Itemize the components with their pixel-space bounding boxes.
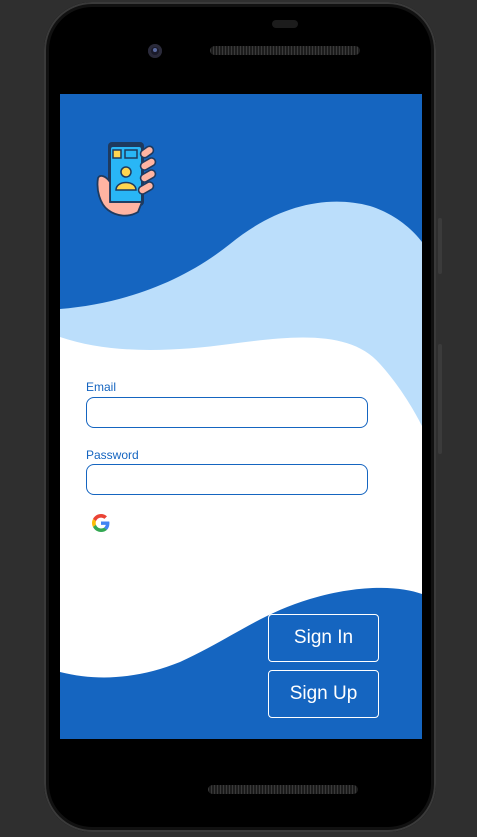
volume-button[interactable] — [438, 344, 442, 454]
email-field[interactable] — [86, 397, 368, 428]
email-label: Email — [86, 380, 117, 394]
top-speaker-grille — [210, 46, 360, 55]
password-label: Password — [86, 448, 139, 462]
app-screen: Email Password Sign In Sign Up — [60, 94, 422, 739]
google-icon[interactable] — [92, 514, 110, 532]
bottom-speaker-grille — [208, 785, 358, 794]
sign-up-button[interactable]: Sign Up — [268, 670, 379, 718]
front-camera — [148, 44, 162, 58]
password-field[interactable] — [86, 464, 368, 495]
earpiece-notch — [272, 20, 298, 28]
sign-in-button[interactable]: Sign In — [268, 614, 379, 662]
hand-holding-phone-icon — [96, 142, 157, 217]
power-button[interactable] — [438, 218, 442, 274]
